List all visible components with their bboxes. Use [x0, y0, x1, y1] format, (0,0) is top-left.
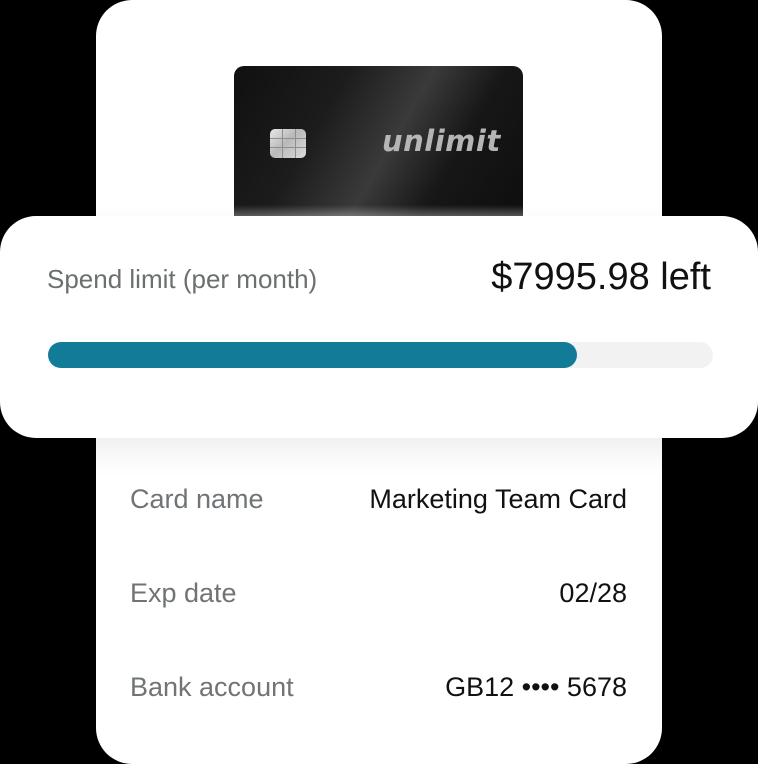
card-brand-logo: unlimit — [382, 124, 501, 158]
spend-limit-panel: Spend limit (per month) $7995.98 left — [0, 216, 758, 438]
card-chip-icon — [270, 129, 306, 158]
spend-remaining-amount: $7995.98 left — [491, 256, 711, 298]
detail-row-exp-date: Exp date 02/28 — [130, 578, 627, 618]
detail-label: Bank account — [130, 672, 294, 702]
detail-row-card-name: Card name Marketing Team Card — [130, 484, 627, 524]
exp-date-value: 02/28 — [559, 578, 627, 608]
card-details-list: Card name Marketing Team Card Exp date 0… — [130, 484, 627, 764]
spend-limit-label: Spend limit (per month) — [47, 264, 318, 294]
stage: unlimit Card name Marketing Team Card Ex… — [0, 0, 758, 764]
detail-label: Card name — [130, 484, 264, 514]
bank-account-value: GB12 •••• 5678 — [445, 672, 627, 702]
detail-row-bank-account: Bank account GB12 •••• 5678 — [130, 672, 627, 712]
card-name-value: Marketing Team Card — [369, 484, 627, 514]
spend-progress-track — [48, 342, 713, 368]
detail-label: Exp date — [130, 578, 237, 608]
spend-progress-fill — [48, 342, 577, 368]
